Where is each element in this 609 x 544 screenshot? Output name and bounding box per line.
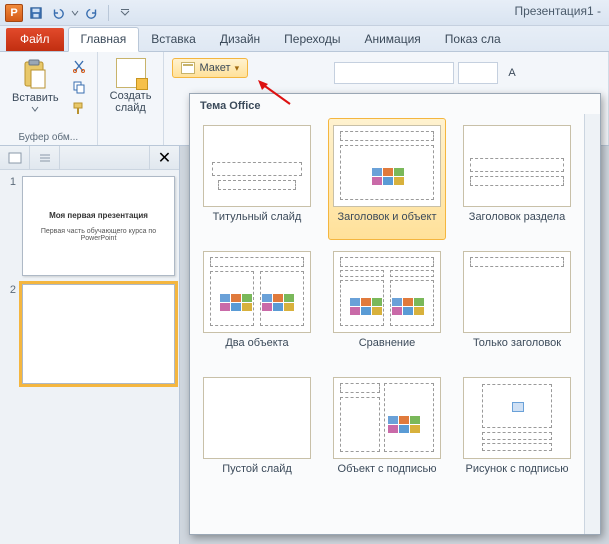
tab-home[interactable]: Главная [68, 27, 140, 52]
layout-item-blank[interactable]: Пустой слайд [198, 370, 316, 492]
tab-insert[interactable]: Вставка [139, 28, 208, 51]
layout-item-title-content[interactable]: Заголовок и объект [328, 118, 446, 240]
gallery-scrollbar[interactable] [584, 114, 600, 534]
increase-font-icon[interactable]: A [502, 63, 522, 83]
layout-item-title-only[interactable]: Только заголовок [458, 244, 576, 366]
layout-icon [181, 62, 195, 74]
new-slide-button[interactable]: Создать слайд [106, 56, 156, 116]
layout-label: Заголовок и объект [338, 207, 437, 237]
thumb-number: 1 [4, 176, 16, 276]
cut-icon[interactable] [69, 56, 89, 76]
app-icon[interactable]: P [4, 3, 24, 23]
chevron-down-icon: ▾ [235, 63, 240, 74]
thumb-row-2[interactable]: 2 [0, 278, 179, 386]
layout-label: Только заголовок [473, 333, 561, 363]
layout-item-comparison[interactable]: Сравнение [328, 244, 446, 366]
layout-button[interactable]: Макет ▾ [172, 58, 248, 78]
undo-icon[interactable] [48, 3, 68, 23]
layout-label: Объект с подписью [338, 459, 437, 489]
document-title: Презентация1 - [515, 4, 602, 18]
tab-design[interactable]: Дизайн [208, 28, 272, 51]
slide-thumbnails-pane: ✕ 1 Моя первая презентация Первая часть … [0, 146, 180, 544]
undo-dropdown-icon[interactable] [70, 3, 80, 23]
layout-label: Сравнение [359, 333, 416, 363]
group-clipboard-label: Буфер обм... [19, 130, 79, 143]
thumb-row-1[interactable]: 1 Моя первая презентация Первая часть об… [0, 170, 179, 278]
format-painter-icon[interactable] [69, 98, 89, 118]
close-pane-icon[interactable]: ✕ [149, 146, 179, 169]
slide-thumbnail-1[interactable]: Моя первая презентация Первая часть обуч… [22, 176, 175, 276]
tab-slideshow[interactable]: Показ сла [433, 28, 513, 51]
layout-label: Макет [199, 62, 230, 74]
layout-label: Заголовок раздела [469, 207, 565, 237]
layout-label: Рисунок с подписью [466, 459, 569, 489]
ribbon-tabs: Файл Главная Вставка Дизайн Переходы Ани… [0, 26, 609, 52]
gallery-title: Тема Office [190, 94, 600, 114]
layout-label: Пустой слайд [222, 459, 292, 489]
copy-icon[interactable] [69, 77, 89, 97]
qat-customize-icon[interactable] [115, 3, 135, 23]
layout-item-two-content[interactable]: Два объекта [198, 244, 316, 366]
new-slide-label2: слайд [115, 102, 146, 114]
save-icon[interactable] [26, 3, 46, 23]
slides-tab-icon[interactable] [0, 146, 30, 169]
group-slides: Создать слайд [98, 52, 165, 145]
title-bar: P Презентация1 - [0, 0, 609, 26]
paste-button[interactable]: Вставить [8, 56, 63, 114]
tab-animations[interactable]: Анимация [352, 28, 432, 51]
paste-label: Вставить [12, 92, 59, 104]
layout-item-picture-caption[interactable]: Рисунок с подписью [458, 370, 576, 492]
group-clipboard: Вставить Буфер обм... [0, 52, 98, 145]
outline-tab-icon[interactable] [30, 146, 60, 169]
quick-access-toolbar: P [4, 3, 135, 23]
font-size-combo[interactable] [458, 62, 498, 84]
new-slide-label1: Создать [110, 90, 152, 102]
font-combo[interactable] [334, 62, 454, 84]
layout-item-section-header[interactable]: Заголовок раздела [458, 118, 576, 240]
layout-gallery: Тема Office Титульный слайд Заголовок и … [189, 93, 601, 535]
thumb-title: Моя первая презентация [31, 211, 166, 220]
tab-transitions[interactable]: Переходы [272, 28, 352, 51]
layout-label: Титульный слайд [213, 207, 302, 237]
thumb-number: 2 [4, 284, 16, 384]
thumb-subtitle: Первая часть обучающего курса по PowerPo… [31, 228, 166, 242]
layout-label: Два объекта [225, 333, 288, 363]
thumbnails-tabs: ✕ [0, 146, 179, 170]
layout-item-content-caption[interactable]: Объект с подписью [328, 370, 446, 492]
slide-thumbnail-2[interactable] [22, 284, 175, 384]
redo-icon[interactable] [82, 3, 102, 23]
tab-file[interactable]: Файл [6, 28, 64, 51]
layout-item-title-slide[interactable]: Титульный слайд [198, 118, 316, 240]
